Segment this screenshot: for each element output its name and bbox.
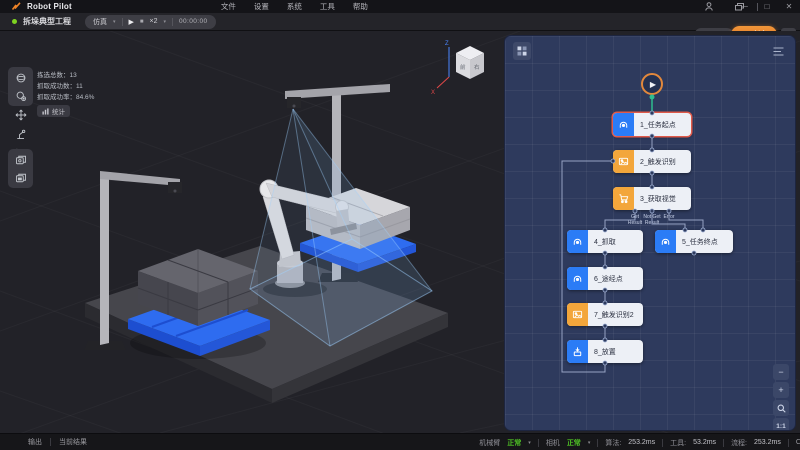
- magnifier-icon: [777, 404, 786, 413]
- app-window: Robot Pilot 文件 设置 系统 工具 帮助 ─ □ ✕ 拆垛典型工程: [0, 0, 800, 450]
- flow-edges: [505, 36, 795, 430]
- flow-node-place[interactable]: 8_放置: [567, 340, 643, 363]
- sidebar-capture-tools: [8, 149, 33, 188]
- flow-node-label: 7_触发识别2: [588, 303, 643, 326]
- snapshot-layers-icon[interactable]: [12, 152, 29, 167]
- task-flow-panel[interactable]: ▶ 1_任务起点 2_触发识别 3_获取视觉 Get Result Not Ge…: [505, 36, 795, 430]
- playback-controls: 仿真 ▾ ▶ ■ ×2 ▾ 00:00:00: [85, 15, 216, 29]
- sim-timer: 00:00:00: [179, 18, 208, 25]
- cube-front-label: 前: [460, 63, 466, 71]
- toolbar: 拆垛典型工程 仿真 ▾ ▶ ■ ×2 ▾ 00:00:00 场景 任务: [0, 13, 800, 31]
- zoom-fit-button[interactable]: 1:1: [773, 418, 789, 430]
- flow-node-label: 2_触发识别: [634, 150, 691, 173]
- node-library-button[interactable]: [513, 42, 531, 60]
- clipped-status-text: CC: [796, 439, 800, 446]
- stat-grab-success-count: 抓取成功数：11: [37, 81, 94, 92]
- flow-node-trigger-recognition-2[interactable]: 7_触发识别2: [567, 303, 643, 326]
- stat-total-picks: 拣选总数：13: [37, 70, 94, 81]
- flow-node-task-end[interactable]: 5_任务终点: [655, 230, 733, 253]
- flow-node-label: 4_抓取: [588, 230, 643, 253]
- app-logo-icon: [8, 2, 24, 11]
- menu-system[interactable]: 系统: [287, 1, 302, 12]
- axis-x-label: X: [431, 90, 435, 96]
- menu-tools[interactable]: 工具: [320, 1, 335, 12]
- robot-arm-status-label: 机械臂: [479, 438, 500, 448]
- statistics-button[interactable]: 统计: [37, 105, 70, 117]
- scene-view-icon[interactable]: [12, 70, 29, 85]
- stop-button[interactable]: ■: [140, 19, 144, 25]
- flow-node-task-start[interactable]: 1_任务起点: [613, 113, 691, 136]
- zoom-out-button[interactable]: −: [773, 364, 789, 380]
- mode-select[interactable]: 仿真: [93, 17, 107, 27]
- pick-stats-overlay: 拣选总数：13 抓取成功数：11 抓取成功率：84.6%: [37, 70, 94, 103]
- menu-file[interactable]: 文件: [221, 1, 236, 12]
- flow-node-label: 1_任务起点: [634, 113, 691, 136]
- play-button[interactable]: ▶: [129, 18, 134, 26]
- menu-help[interactable]: 帮助: [353, 1, 368, 12]
- robot-gripper-icon: [567, 267, 588, 290]
- speed-caret-icon[interactable]: ▾: [164, 19, 167, 25]
- model-settings-icon[interactable]: [12, 88, 29, 103]
- project-name: 拆垛典型工程: [23, 16, 71, 27]
- menu-settings[interactable]: 设置: [254, 1, 269, 12]
- app-title: Robot Pilot: [27, 2, 72, 11]
- user-icon[interactable]: [701, 2, 717, 11]
- sidebar-view-tools: [8, 67, 33, 106]
- current-result-tab[interactable]: 当前结果: [59, 437, 87, 447]
- project-status-dot: [12, 19, 17, 24]
- robot-gripper-icon: [613, 113, 634, 136]
- bar-chart-icon: [42, 108, 49, 115]
- tool-time-value: 53.2ms: [693, 439, 716, 446]
- cycle-time-label: 流程:: [731, 438, 747, 448]
- flow-node-label: 5_任务终点: [676, 230, 733, 253]
- maximize-button[interactable]: □: [756, 2, 778, 11]
- place-box-icon: [567, 340, 588, 363]
- vision-cart-icon: [613, 187, 634, 210]
- close-button[interactable]: ✕: [778, 2, 800, 11]
- titlebar: Robot Pilot 文件 设置 系统 工具 帮助 ─ □ ✕: [0, 0, 800, 13]
- flow-node-get-vision[interactable]: 3_获取视觉: [613, 187, 691, 210]
- flow-node-label: 8_放置: [588, 340, 643, 363]
- tool-time-label: 工具:: [670, 438, 686, 448]
- axis-z-label: Z: [445, 41, 449, 47]
- algorithm-time-value: 253.2ms: [628, 439, 655, 446]
- statusbar: 输出 当前结果 机械臂 正常 ▾ 相机 正常 ▾ 算法: 253.2ms 工具:…: [0, 433, 800, 450]
- output-tab[interactable]: 输出: [28, 437, 42, 447]
- port-label-not-get-result: Not Get Result: [643, 214, 661, 226]
- robot-gripper-icon: [655, 230, 676, 253]
- view-cube[interactable]: Z X 前 右: [431, 41, 484, 96]
- camera-caret-icon[interactable]: ▾: [588, 440, 591, 446]
- zoom-search-button[interactable]: [773, 400, 789, 416]
- speed-select[interactable]: ×2: [150, 18, 158, 25]
- flow-start-node[interactable]: ▶: [641, 73, 663, 95]
- robot-arm-caret-icon[interactable]: ▾: [528, 440, 531, 446]
- algorithm-time-label: 算法:: [605, 438, 621, 448]
- port-label-get-result: Get Result: [626, 214, 644, 226]
- flow-node-grab[interactable]: 4_抓取: [567, 230, 643, 253]
- flow-node-label: 6_途经点: [588, 267, 643, 290]
- port-label-error: Error: [660, 214, 678, 220]
- camera-status-label: 相机: [546, 438, 560, 448]
- cycle-time-value: 253.2ms: [754, 439, 781, 446]
- mode-caret-icon[interactable]: ▾: [113, 19, 116, 25]
- zoom-in-button[interactable]: +: [773, 382, 789, 398]
- flow-node-label: 3_获取视觉: [634, 187, 691, 210]
- camera-status-value: 正常: [567, 438, 581, 448]
- statistics-label: 统计: [52, 106, 65, 116]
- robot-arm-status-value: 正常: [507, 438, 521, 448]
- move-axes-icon[interactable]: [12, 107, 29, 122]
- cube-right-label: 右: [474, 63, 480, 71]
- node-list-button[interactable]: [769, 42, 787, 60]
- flow-node-trigger-recognition[interactable]: 2_触发识别: [613, 150, 691, 173]
- flow-node-waypoint[interactable]: 6_途经点: [567, 267, 643, 290]
- robot-arm-icon[interactable]: [12, 126, 29, 141]
- robot-gripper-icon: [567, 230, 588, 253]
- stat-grab-success-rate: 抓取成功率：84.6%: [37, 92, 94, 103]
- layout-layers-icon[interactable]: [12, 170, 29, 185]
- image-icon: [567, 303, 588, 326]
- minimize-button[interactable]: ─: [734, 2, 756, 11]
- image-icon: [613, 150, 634, 173]
